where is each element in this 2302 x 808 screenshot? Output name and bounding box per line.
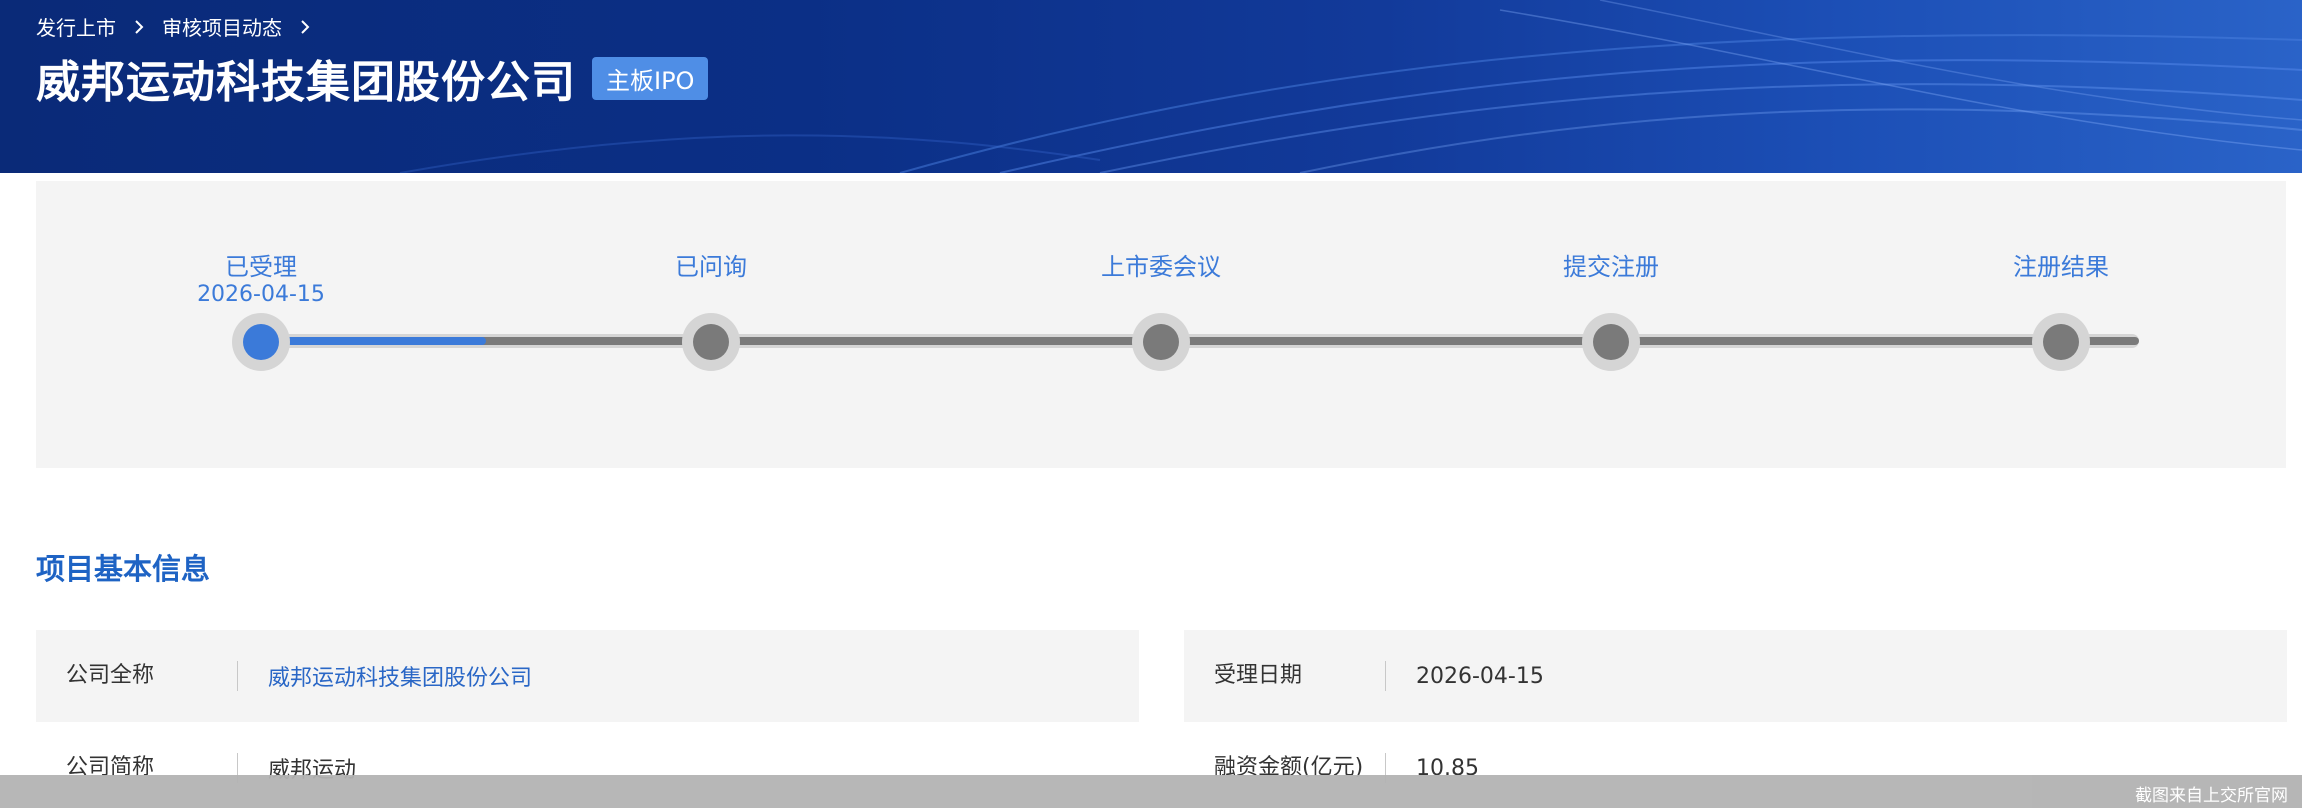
info-label: 公司全称 xyxy=(36,661,238,691)
progress-fill xyxy=(261,337,486,345)
step-title: 上市委会议 xyxy=(1101,253,1221,281)
step-title: 提交注册 xyxy=(1563,253,1659,281)
section-title: 项目基本信息 xyxy=(36,552,211,586)
chevron-right-icon xyxy=(135,19,144,34)
step-node-accepted xyxy=(232,313,290,371)
breadcrumb: 发行上市 审核项目动态 xyxy=(36,12,314,41)
step-label-listing-committee: 上市委会议 xyxy=(1051,253,1271,281)
accept-date-value: 2026-04-15 xyxy=(1416,663,1544,689)
step-title: 注册结果 xyxy=(2013,253,2109,281)
step-label-registration-result: 注册结果 xyxy=(1951,253,2171,281)
step-title: 已受理 xyxy=(225,253,297,281)
step-node-inquiry xyxy=(682,313,740,371)
step-dot xyxy=(693,324,729,360)
step-label-inquiry: 已问询 xyxy=(601,253,821,281)
step-node-registration-submitted xyxy=(1582,313,1640,371)
step-date: 2026-04-15 xyxy=(197,282,325,307)
step-title: 已问询 xyxy=(675,253,747,281)
source-note-strip: 截图来自上交所官网 xyxy=(0,775,2302,808)
review-progress-panel: 已受理 2026-04-15 已问询 上市委会议 提交注册 注册结果 xyxy=(36,181,2286,468)
company-name: 威邦运动科技集团股份公司 xyxy=(36,57,576,108)
step-dot xyxy=(2043,324,2079,360)
info-label: 受理日期 xyxy=(1184,661,1386,691)
breadcrumb-item-review-dynamics[interactable]: 审核项目动态 xyxy=(162,12,282,41)
chevron-right-icon xyxy=(301,19,310,34)
header-banner: 发行上市 审核项目动态 威邦运动科技集团股份公司 主板IPO xyxy=(0,0,2302,173)
step-dot xyxy=(1143,324,1179,360)
step-dot xyxy=(1593,324,1629,360)
progress-track-line xyxy=(261,337,2139,345)
company-full-name-link[interactable]: 威邦运动科技集团股份公司 xyxy=(238,660,532,692)
step-node-listing-committee xyxy=(1132,313,1190,371)
source-note: 截图来自上交所官网 xyxy=(2135,786,2288,806)
breadcrumb-item-issuance[interactable]: 发行上市 xyxy=(36,12,116,41)
step-label-registration-submitted: 提交注册 xyxy=(1501,253,1721,281)
info-row-company-full-name: 公司全称 威邦运动科技集团股份公司 xyxy=(36,630,1139,722)
step-node-registration-result xyxy=(2032,313,2090,371)
step-label-accepted: 已受理 2026-04-15 xyxy=(151,253,371,309)
board-badge: 主板IPO xyxy=(592,56,709,100)
step-dot xyxy=(243,324,279,360)
info-row-accept-date: 受理日期 2026-04-15 xyxy=(1184,630,2287,722)
page-title: 威邦运动科技集团股份公司 主板IPO xyxy=(36,46,709,110)
